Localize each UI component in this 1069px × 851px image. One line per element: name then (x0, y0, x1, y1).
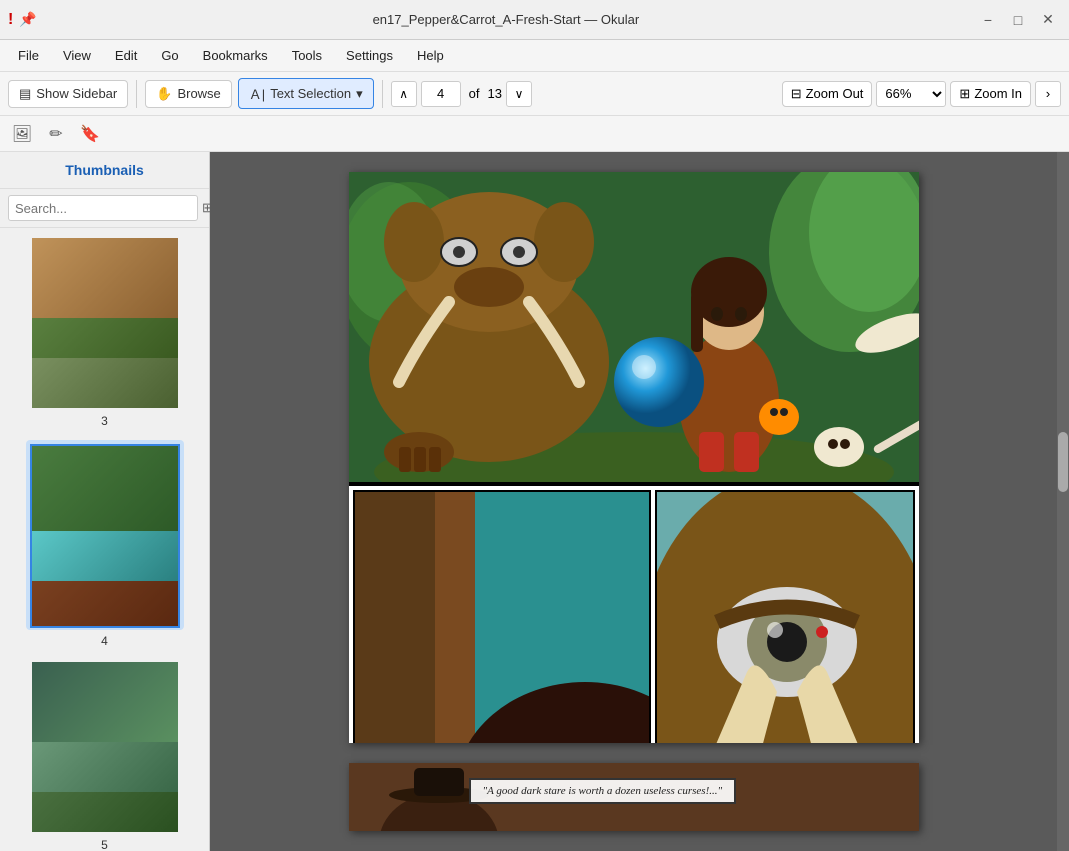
titlebar-controls: − □ ✕ (975, 7, 1061, 33)
page-of-label: of (465, 86, 484, 101)
text-selection-label: Text Selection (270, 86, 351, 101)
thumb4-bot (32, 581, 178, 626)
page5-partial: "A good dark stare is worth a dozen usel… (349, 763, 919, 831)
zoom-in-label: Zoom In (974, 86, 1022, 101)
sidebar-icon: ▤ (19, 86, 31, 102)
thumb-image-4 (30, 444, 180, 628)
thumb5-bot (32, 792, 178, 832)
show-sidebar-label: Show Sidebar (36, 86, 117, 101)
thumb-image-5 (30, 660, 180, 834)
thumb4-mid (32, 531, 178, 581)
page-total-label: 13 (488, 86, 502, 101)
app-icon: ! (8, 11, 13, 29)
search-input[interactable] (8, 195, 198, 221)
panel-creature-eye (655, 490, 915, 743)
menu-go[interactable]: Go (151, 44, 188, 67)
show-sidebar-button[interactable]: ▤ Show Sidebar (8, 80, 128, 108)
expand-button[interactable]: › (1035, 81, 1061, 107)
window-title: en17_Pepper&Carrot_A-Fresh-Start — Okula… (37, 12, 975, 27)
draw-icon: ✏ (49, 124, 62, 144)
thumb3-bg (32, 238, 178, 318)
toolbar: ▤ Show Sidebar ✋ Browse Ａ| Text Selectio… (0, 72, 1069, 116)
scrollbar-track[interactable] (1057, 152, 1069, 851)
thumb3-mid (32, 318, 178, 358)
thumb5-mid (32, 742, 178, 792)
page-5-container: "A good dark stare is worth a dozen usel… (349, 763, 919, 831)
thumb-selected-wrapper (26, 440, 184, 630)
text-selection-button[interactable]: Ａ| Text Selection ▾ (238, 78, 374, 109)
creature-eye-svg (657, 492, 913, 743)
zoom-in-button[interactable]: ⊞ Zoom In (950, 81, 1031, 107)
girl-face-svg (355, 492, 649, 743)
page4-illustration (349, 172, 919, 482)
thumb3-bot (32, 358, 178, 408)
zoom-out-label: Zoom Out (806, 86, 864, 101)
thumb-label-3: 3 (101, 414, 108, 428)
beast-svg (359, 182, 619, 472)
page4-panels: Above all, don't panic, Carrot... (349, 486, 919, 743)
menu-settings[interactable]: Settings (336, 44, 403, 67)
toolbar-separator-2 (382, 80, 383, 108)
thumbnail-page-4[interactable]: 4 (8, 440, 201, 648)
page-4-container: Above all, don't panic, Carrot... (349, 172, 919, 743)
zoom-controls: ⊟ Zoom Out 66% ⊞ Zoom In › (782, 81, 1061, 107)
titlebar: ! 📌 en17_Pepper&Carrot_A-Fresh-Start — O… (0, 0, 1069, 40)
thumb-label-4: 4 (101, 634, 108, 648)
page-number-input[interactable] (421, 81, 461, 107)
menu-edit[interactable]: Edit (105, 44, 147, 67)
draw-tool-button[interactable]: ✏ (42, 120, 70, 148)
main-area: Thumbnails ⊞ 3 (0, 152, 1069, 851)
thumbnail-page-3[interactable]: 3 (8, 236, 201, 428)
thumb4-top (32, 446, 178, 531)
page-navigation: ∧ of 13 ∨ (391, 81, 532, 107)
menu-help[interactable]: Help (407, 44, 454, 67)
pdf-viewer[interactable]: Above all, don't panic, Carrot... (210, 152, 1069, 851)
page-next-button[interactable]: ∨ (506, 81, 532, 107)
zoom-out-button[interactable]: ⊟ Zoom Out (782, 81, 873, 107)
image-tool-button[interactable]: 🖼 (8, 120, 36, 148)
caption-box: "A good dark stare is worth a dozen usel… (469, 778, 737, 804)
thumb-image-3 (30, 236, 180, 410)
menu-bookmarks[interactable]: Bookmarks (193, 44, 278, 67)
subtoolbar: 🖼 ✏ 🔖 (0, 116, 1069, 152)
text-selection-icon: Ａ| (249, 84, 265, 103)
orb-svg (609, 332, 709, 432)
toolbar-separator-1 (136, 80, 137, 108)
scrollbar-thumb[interactable] (1058, 432, 1068, 492)
bookmark-icon: 🔖 (80, 124, 100, 144)
menu-tools[interactable]: Tools (282, 44, 332, 67)
bookmark-tool-button[interactable]: 🔖 (76, 120, 104, 148)
menubar: File View Edit Go Bookmarks Tools Settin… (0, 40, 1069, 72)
browse-button[interactable]: ✋ Browse (145, 80, 232, 108)
maximize-button[interactable]: □ (1005, 7, 1031, 33)
image-icon: 🖼 (12, 124, 32, 144)
zoom-out-icon: ⊟ (791, 86, 802, 102)
pin-icon[interactable]: 📌 (19, 11, 36, 28)
minimize-button[interactable]: − (975, 7, 1001, 33)
sidebar-title: Thumbnails (0, 152, 209, 189)
thumbnails-list: 3 4 5 (0, 228, 209, 851)
page-prev-button[interactable]: ∧ (391, 81, 417, 107)
browse-icon: ✋ (156, 86, 172, 102)
zoom-in-icon: ⊞ (959, 86, 970, 102)
sidebar: Thumbnails ⊞ 3 (0, 152, 210, 851)
browse-label: Browse (177, 86, 220, 101)
close-button[interactable]: ✕ (1035, 7, 1061, 33)
panel-girl-closeup: Above all, don't panic, Carrot... (353, 490, 651, 743)
search-bar: ⊞ (0, 189, 209, 228)
menu-view[interactable]: View (53, 44, 101, 67)
thumb-label-5: 5 (101, 838, 108, 851)
dropdown-arrow-icon: ▾ (356, 86, 363, 102)
thumb5-top (32, 662, 178, 742)
titlebar-left: ! 📌 (8, 11, 37, 29)
zoom-level-select[interactable]: 66% (876, 81, 946, 107)
thumbnail-page-5[interactable]: 5 (8, 660, 201, 851)
menu-file[interactable]: File (8, 44, 49, 67)
